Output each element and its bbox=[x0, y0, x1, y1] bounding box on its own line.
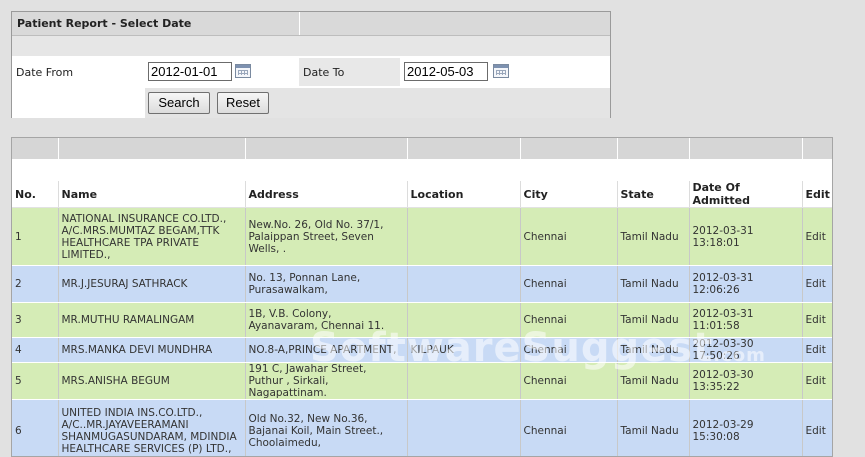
cell-state: Tamil Nadu bbox=[617, 303, 689, 338]
date-row: Date From 2012-01-01 Date To 2012-05-03 bbox=[12, 56, 610, 88]
cell-date-admitted: 2012-03-29 15:30:08 bbox=[689, 400, 802, 457]
cell-address: 1B, V.B. Colony, Ayanavaram, Chennai 11. bbox=[245, 303, 407, 338]
cell-state: Tamil Nadu bbox=[617, 208, 689, 266]
grid-top-band bbox=[12, 138, 832, 159]
cell-state: Tamil Nadu bbox=[617, 363, 689, 400]
header-divider bbox=[299, 12, 300, 35]
results-table: No. Name Address Location City State Dat… bbox=[12, 138, 833, 457]
cell-name: NATIONAL INSURANCE CO.LTD., A/C.MRS.MUMT… bbox=[58, 208, 245, 266]
date-to-input[interactable]: 2012-05-03 bbox=[404, 62, 488, 81]
cell-date-admitted: 2012-03-31 12:06:26 bbox=[689, 266, 802, 303]
cell-name: MR.J.JESURAJ SATHRACK bbox=[58, 266, 245, 303]
cell-date-admitted: 2012-03-31 13:18:01 bbox=[689, 208, 802, 266]
reset-button[interactable]: Reset bbox=[217, 92, 269, 114]
cell-address: New.No. 26, Old No. 37/1, Palaippan Stre… bbox=[245, 208, 407, 266]
date-to-label: Date To bbox=[303, 66, 344, 79]
cell-location bbox=[407, 400, 520, 457]
column-header-state[interactable]: State bbox=[617, 181, 689, 208]
cell-city: Chennai bbox=[520, 338, 617, 363]
calendar-icon[interactable] bbox=[493, 64, 509, 78]
patient-results-grid: No. Name Address Location City State Dat… bbox=[11, 137, 833, 457]
column-header-location[interactable]: Location bbox=[407, 181, 520, 208]
column-header-address[interactable]: Address bbox=[245, 181, 407, 208]
column-header-edit[interactable]: Edit bbox=[802, 181, 832, 208]
column-header-name[interactable]: Name bbox=[58, 181, 245, 208]
cell-city: Chennai bbox=[520, 400, 617, 457]
panel-title: Patient Report - Select Date bbox=[17, 17, 191, 30]
cell-name: MRS.ANISHA BEGUM bbox=[58, 363, 245, 400]
cell-state: Tamil Nadu bbox=[617, 266, 689, 303]
cell-state: Tamil Nadu bbox=[617, 400, 689, 457]
search-button[interactable]: Search bbox=[148, 92, 210, 114]
cell-date-admitted: 2012-03-31 11:01:58 bbox=[689, 303, 802, 338]
cell-date-admitted: 2012-03-30 17:50:26 bbox=[689, 338, 802, 363]
edit-link[interactable]: Edit bbox=[802, 338, 832, 363]
cell-no: 2 bbox=[12, 266, 58, 303]
cell-name: MR.MUTHU RAMALINGAM bbox=[58, 303, 245, 338]
date-filter-panel: Patient Report - Select Date Date From 2… bbox=[11, 11, 611, 118]
cell-location: KILPAUK bbox=[407, 338, 520, 363]
edit-link[interactable]: Edit bbox=[802, 266, 832, 303]
column-header-date-admitted[interactable]: Date Of Admitted bbox=[689, 181, 802, 208]
cell-name: MRS.MANKA DEVI MUNDHRA bbox=[58, 338, 245, 363]
column-header-city[interactable]: City bbox=[520, 181, 617, 208]
calendar-icon[interactable] bbox=[235, 64, 251, 78]
table-row: 6 UNITED INDIA INS.CO.LTD., A/C..MR.JAYA… bbox=[12, 400, 832, 457]
table-row: 1 NATIONAL INSURANCE CO.LTD., A/C.MRS.MU… bbox=[12, 208, 832, 266]
panel-spacer-row bbox=[12, 36, 610, 56]
cell-date-admitted: 2012-03-30 13:35:22 bbox=[689, 363, 802, 400]
cell-no: 1 bbox=[12, 208, 58, 266]
cell-no: 4 bbox=[12, 338, 58, 363]
cell-city: Chennai bbox=[520, 363, 617, 400]
cell-address: Old No.32, New No.36, Bajanai Koil, Main… bbox=[245, 400, 407, 457]
cell-city: Chennai bbox=[520, 208, 617, 266]
cell-name: UNITED INDIA INS.CO.LTD., A/C..MR.JAYAVE… bbox=[58, 400, 245, 457]
button-row-label-cell bbox=[12, 88, 145, 118]
cell-no: 5 bbox=[12, 363, 58, 400]
cell-city: Chennai bbox=[520, 266, 617, 303]
cell-address: 191 C, Jawahar Street, Puthur , Sirkali,… bbox=[245, 363, 407, 400]
edit-link[interactable]: Edit bbox=[802, 400, 832, 457]
column-header-row: No. Name Address Location City State Dat… bbox=[12, 181, 832, 208]
cell-no: 3 bbox=[12, 303, 58, 338]
edit-link[interactable]: Edit bbox=[802, 208, 832, 266]
column-header-no[interactable]: No. bbox=[12, 181, 58, 208]
table-row: 3 MR.MUTHU RAMALINGAM 1B, V.B. Colony, A… bbox=[12, 303, 832, 338]
edit-link[interactable]: Edit bbox=[802, 363, 832, 400]
cell-location bbox=[407, 363, 520, 400]
table-row: 5 MRS.ANISHA BEGUM 191 C, Jawahar Street… bbox=[12, 363, 832, 400]
table-row: 2 MR.J.JESURAJ SATHRACK No. 13, Ponnan L… bbox=[12, 266, 832, 303]
grid-blank-band bbox=[12, 159, 832, 181]
date-from-label: Date From bbox=[16, 66, 73, 79]
cell-location bbox=[407, 208, 520, 266]
table-row: 4 MRS.MANKA DEVI MUNDHRA NO.8-A,PRINCE A… bbox=[12, 338, 832, 363]
date-from-input[interactable]: 2012-01-01 bbox=[148, 62, 232, 81]
button-row: Search Reset bbox=[12, 88, 610, 118]
cell-state: Tamil Nadu bbox=[617, 338, 689, 363]
cell-no: 6 bbox=[12, 400, 58, 457]
panel-header: Patient Report - Select Date bbox=[12, 12, 610, 36]
cell-location bbox=[407, 303, 520, 338]
cell-location bbox=[407, 266, 520, 303]
edit-link[interactable]: Edit bbox=[802, 303, 832, 338]
cell-city: Chennai bbox=[520, 303, 617, 338]
cell-address: NO.8-A,PRINCE APARTMENT, bbox=[245, 338, 407, 363]
cell-address: No. 13, Ponnan Lane, Purasawalkam, bbox=[245, 266, 407, 303]
